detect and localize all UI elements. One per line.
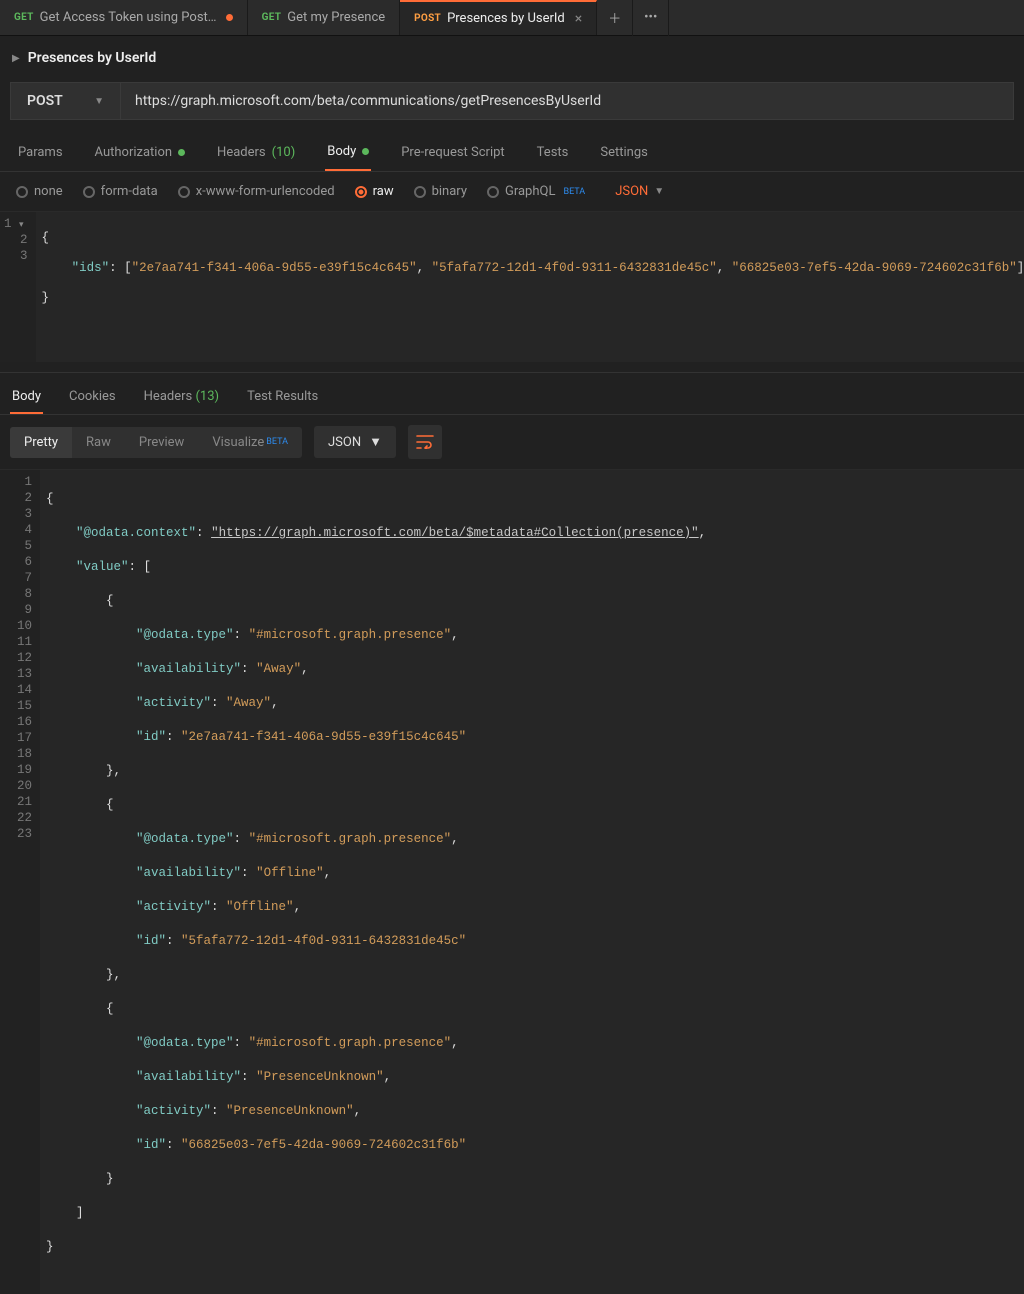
tab-presences-by-userid[interactable]: POST Presences by UserId × xyxy=(400,0,597,35)
resp-tab-body[interactable]: Body xyxy=(10,381,43,414)
chevron-down-icon: ▼ xyxy=(654,186,664,197)
url-input[interactable]: https://graph.microsoft.com/beta/communi… xyxy=(120,82,1014,120)
tab-get-token[interactable]: GET Get Access Token using Postma... xyxy=(0,0,248,35)
response-controls: Pretty Raw Preview VisualizeBETA JSON ▼ xyxy=(0,415,1024,469)
request-tabs: GET Get Access Token using Postma... GET… xyxy=(0,0,1024,36)
tab-label: Presences by UserId xyxy=(447,11,565,26)
response-format-select[interactable]: JSON ▼ xyxy=(314,426,396,458)
body-type-row: none form-data x-www-form-urlencoded raw… xyxy=(0,172,1024,212)
response-body-editor[interactable]: 1234567891011121314151617181920212223 { … xyxy=(0,469,1024,1294)
subtab-params[interactable]: Params xyxy=(16,134,65,171)
status-dot-icon xyxy=(178,149,185,156)
chevron-down-icon: ▼ xyxy=(94,96,104,107)
subtab-body[interactable]: Body xyxy=(325,134,371,171)
status-dot-icon xyxy=(362,148,369,155)
method-value: POST xyxy=(27,93,63,109)
subtab-settings[interactable]: Settings xyxy=(598,134,649,171)
collapse-icon[interactable]: ▶ xyxy=(12,53,20,64)
request-subtabs: Params Authorization Headers (10) Body P… xyxy=(0,134,1024,172)
response-code[interactable]: { "@odata.context": "https://graph.micro… xyxy=(40,470,1024,1294)
response-tabs: Body Cookies Headers (13) Test Results xyxy=(0,372,1024,415)
bodytype-xform[interactable]: x-www-form-urlencoded xyxy=(178,184,335,199)
tab-label: Get Access Token using Postma... xyxy=(40,10,220,25)
resp-tab-testresults[interactable]: Test Results xyxy=(245,381,320,414)
body-lang-select[interactable]: JSON ▼ xyxy=(615,184,664,199)
view-raw[interactable]: Raw xyxy=(72,427,125,458)
view-visualize[interactable]: VisualizeBETA xyxy=(198,427,302,458)
request-code[interactable]: { "ids": ["2e7aa741-f341-406a-9d55-e39f1… xyxy=(36,212,1024,362)
new-tab-button[interactable]: ＋ xyxy=(597,0,633,36)
bodytype-raw[interactable]: raw xyxy=(355,184,394,199)
tab-get-presence[interactable]: GET Get my Presence xyxy=(248,0,401,35)
line-gutter: 1234567891011121314151617181920212223 xyxy=(0,470,40,1294)
dirty-indicator-icon xyxy=(226,14,233,21)
close-icon[interactable]: × xyxy=(575,11,582,27)
tab-actions: ＋ ••• xyxy=(597,0,669,35)
view-preview[interactable]: Preview xyxy=(125,427,198,458)
url-bar: POST ▼ https://graph.microsoft.com/beta/… xyxy=(10,82,1014,120)
method-badge: GET xyxy=(262,12,282,23)
view-segment: Pretty Raw Preview VisualizeBETA xyxy=(10,427,302,458)
view-pretty[interactable]: Pretty xyxy=(10,427,72,458)
bodytype-none[interactable]: none xyxy=(16,184,63,199)
method-badge: POST xyxy=(414,13,441,24)
chevron-down-icon: ▼ xyxy=(369,434,382,450)
resp-tab-cookies[interactable]: Cookies xyxy=(67,381,118,414)
request-body-editor[interactable]: 1 ▾23 { "ids": ["2e7aa741-f341-406a-9d55… xyxy=(0,212,1024,362)
bodytype-binary[interactable]: binary xyxy=(414,184,467,199)
subtab-tests[interactable]: Tests xyxy=(535,134,571,171)
line-gutter: 1 ▾23 xyxy=(0,212,36,362)
subtab-prerequest[interactable]: Pre-request Script xyxy=(399,134,506,171)
method-badge: GET xyxy=(14,12,34,23)
bodytype-graphql[interactable]: GraphQLBETA xyxy=(487,184,585,199)
url-text: https://graph.microsoft.com/beta/communi… xyxy=(135,93,601,109)
subtab-headers[interactable]: Headers (10) xyxy=(215,134,297,171)
resp-tab-headers[interactable]: Headers (13) xyxy=(142,381,221,414)
wrap-lines-button[interactable] xyxy=(408,425,442,459)
wrap-icon xyxy=(416,435,434,449)
request-title-row: ▶ Presences by UserId xyxy=(0,36,1024,76)
tab-label: Get my Presence xyxy=(287,10,385,25)
tab-overflow-button[interactable]: ••• xyxy=(633,0,669,36)
bodytype-formdata[interactable]: form-data xyxy=(83,184,158,199)
subtab-authorization[interactable]: Authorization xyxy=(93,134,188,171)
request-title: Presences by UserId xyxy=(28,50,157,66)
method-select[interactable]: POST ▼ xyxy=(10,82,120,120)
